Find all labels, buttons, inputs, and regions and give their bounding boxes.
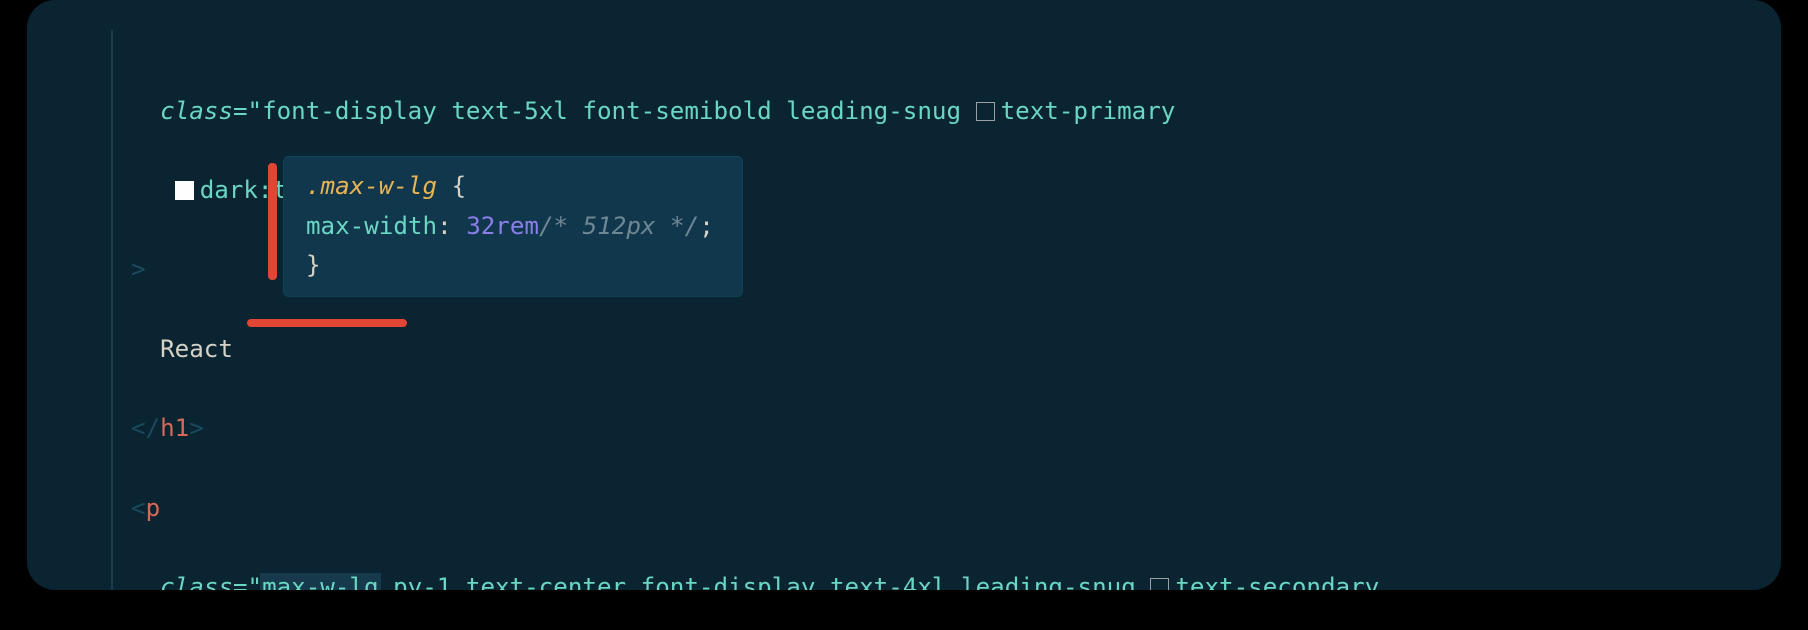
css-hover-tooltip: .max-w-lg { max-width: 32rem/* 512px */;… (283, 156, 743, 297)
tooltip-value: 32rem (466, 212, 539, 240)
tag-close: > (189, 414, 204, 442)
attr-class: class (160, 97, 233, 125)
color-swatch-icon (175, 181, 194, 200)
tag-name: h1 (160, 414, 189, 442)
gutter-rule (111, 30, 113, 590)
tooltip-prop: max-width (306, 212, 437, 240)
class-token[interactable]: text-primary (1001, 97, 1176, 125)
eq: = (233, 573, 248, 590)
color-swatch-icon (976, 102, 995, 121)
indent (131, 176, 175, 204)
code-editor-window: .max-w-lg { max-width: 32rem/* 512px */;… (27, 0, 1781, 590)
class-token[interactable]: text-secondary (1175, 573, 1379, 590)
attr-class: class (160, 573, 233, 590)
token-underline (247, 319, 407, 327)
tag-close-gt: > (131, 255, 146, 283)
tooltip-semi: ; (699, 212, 714, 240)
tag-name: p (146, 494, 161, 522)
class-string[interactable]: py-1 text-center font-display text-4xl l… (379, 573, 1151, 590)
color-swatch-icon (1150, 578, 1169, 590)
tag-open: </ (131, 414, 160, 442)
eq: = (233, 97, 248, 125)
tooltip-colon: : (437, 212, 466, 240)
tooltip-selector: .max-w-lg (306, 172, 437, 200)
tooltip-comment: /* 512px */ (539, 212, 699, 240)
text-content[interactable]: React (160, 335, 233, 363)
indent (131, 335, 160, 363)
indent (131, 573, 160, 590)
class-string[interactable]: font-display text-5xl font-semibold lead… (262, 97, 976, 125)
tooltip-open-brace: { (437, 172, 466, 200)
tooltip-close-brace: } (306, 251, 321, 279)
hovered-class-token[interactable]: max-w-lg (260, 573, 381, 590)
quote-open: " (248, 97, 263, 125)
indent (131, 97, 160, 125)
cursor-caret (268, 163, 277, 280)
tag-open: < (131, 494, 146, 522)
